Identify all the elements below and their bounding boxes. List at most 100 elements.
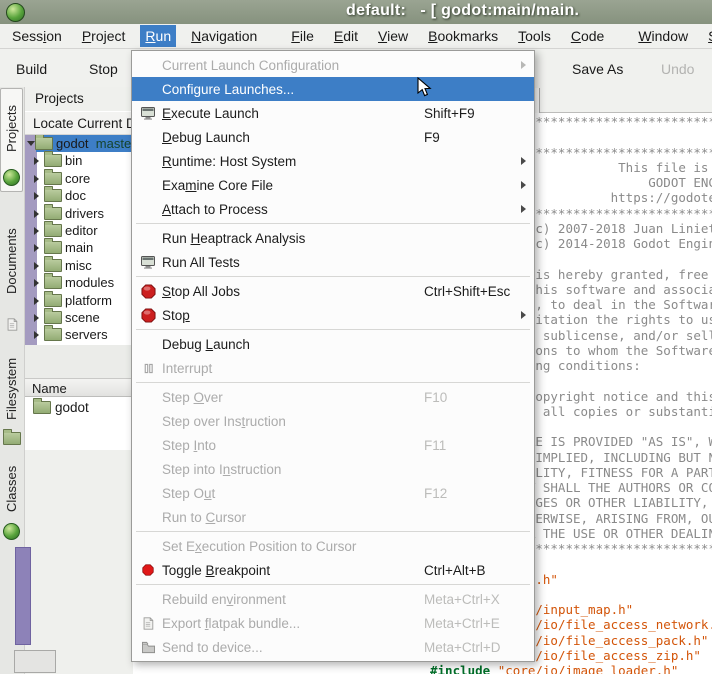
menubar-item-tools[interactable]: Tools — [513, 25, 556, 47]
stop-button[interactable]: Stop — [89, 61, 118, 77]
locate-current-document-button[interactable]: Locate Current Document — [25, 111, 133, 135]
menu-item-shortcut: F9 — [424, 130, 440, 145]
menu-item-shortcut: Meta+Ctrl+D — [424, 640, 501, 655]
tree-item-misc[interactable]: misc — [25, 257, 133, 274]
menu-item-run-heaptrack-analysis[interactable]: Run Heaptrack Analysis — [132, 226, 534, 250]
menubar-item-code[interactable]: Code — [566, 25, 609, 47]
expand-arrow-icon[interactable] — [34, 244, 39, 252]
menu-item-export-flatpak-bundle[interactable]: Export flatpak bundle...Meta+Ctrl+E — [132, 611, 534, 635]
menu-item-run-to-cursor[interactable]: Run to Cursor — [132, 505, 534, 529]
expand-arrow-icon[interactable] — [34, 331, 39, 339]
scrollbar-corner — [14, 650, 56, 673]
menubar-item-bookmarks[interactable]: Bookmarks — [423, 25, 503, 47]
menubar-item-run[interactable]: Run — [140, 25, 176, 47]
menu-item-debug-launch[interactable]: Debug Launch — [132, 332, 534, 356]
menubar-item-view[interactable]: View — [373, 25, 413, 47]
expand-arrow-icon[interactable] — [34, 210, 39, 218]
tree-item-core[interactable]: core — [25, 170, 133, 187]
expand-arrow-icon[interactable] — [34, 314, 39, 322]
dock-tab-filesystem[interactable]: Filesystem — [0, 345, 23, 450]
menu-item-stop[interactable]: Stop — [132, 303, 534, 327]
menubar-item-session[interactable]: Session — [7, 25, 67, 47]
menu-item-debug-launch[interactable]: Debug Launch F9 — [132, 125, 534, 149]
submenu-arrow-icon — [521, 311, 526, 319]
tree-item-godot[interactable]: godot master — [25, 135, 133, 152]
blank-icon — [136, 388, 160, 406]
tree-item-bin[interactable]: bin — [25, 152, 133, 169]
menu-item-step-out[interactable]: Step OutF12 — [132, 481, 534, 505]
branch-label: master — [89, 136, 133, 151]
menu-item-rebuild-environment[interactable]: Rebuild environmentMeta+Ctrl+X — [132, 587, 534, 611]
expand-arrow-icon[interactable] — [34, 262, 39, 270]
tree-item-editor[interactable]: editor — [25, 222, 133, 239]
menubar-item-project[interactable]: Project — [77, 25, 131, 47]
menu-item-step-into-instruction[interactable]: Step into Instruction — [132, 457, 534, 481]
document-icon — [136, 614, 160, 632]
menu-item-label: Attach to Process — [162, 202, 268, 217]
folder-icon — [3, 432, 21, 445]
menu-item-interrupt[interactable]: Interrupt — [132, 356, 534, 380]
submenu-arrow-icon — [521, 157, 526, 165]
menu-item-set-execution-position-to-cursor[interactable]: Set Execution Position to Cursor — [132, 534, 534, 558]
tree-item-modules[interactable]: modules — [25, 274, 133, 291]
expand-arrow-icon[interactable] — [34, 157, 39, 165]
collapse-arrow-icon[interactable] — [27, 141, 35, 146]
menu-item-toggle-breakpoint[interactable]: Toggle BreakpointCtrl+Alt+B — [132, 558, 534, 582]
tree-item-label: godot master — [56, 136, 133, 151]
menu-item-current-launch-configuration[interactable]: Current Launch Configuration — [132, 53, 534, 77]
blank-icon — [136, 508, 160, 526]
tree-item-label: doc — [65, 188, 86, 203]
menu-item-label: Step Out — [162, 486, 215, 501]
menu-item-attach-to-process[interactable]: Attach to Process — [132, 197, 534, 221]
expand-arrow-icon[interactable] — [34, 227, 39, 235]
menubar-item-edit[interactable]: Edit — [329, 25, 363, 47]
tree-item-main[interactable]: main — [25, 239, 133, 256]
list-row-label: godot — [55, 400, 89, 415]
menubar-item-file[interactable]: File — [286, 25, 319, 47]
folder-icon — [44, 259, 62, 272]
dock-tab-documents[interactable]: Documents — [0, 205, 23, 340]
menubar-item-navigation[interactable]: Navigation — [186, 25, 262, 47]
menu-item-label: Current Launch Configuration — [162, 58, 339, 73]
menu-item-runtime-host-system[interactable]: Runtime: Host System — [132, 149, 534, 173]
tree-item-servers[interactable]: servers — [25, 326, 133, 343]
expand-arrow-icon[interactable] — [34, 175, 39, 183]
menu-item-configure-launches[interactable]: Configure Launches... — [132, 77, 534, 101]
dock-tab-classes[interactable]: Classes — [0, 455, 23, 545]
expand-arrow-icon[interactable] — [34, 192, 39, 200]
list-row-godot[interactable]: godot — [25, 397, 133, 419]
expand-arrow-icon[interactable] — [34, 297, 39, 305]
save-as-button[interactable]: Save As — [572, 61, 623, 77]
blank-icon — [136, 335, 160, 353]
breakpoint-icon — [136, 561, 160, 579]
menu-item-label: Debug Launch — [162, 337, 250, 352]
menu-item-step-over-instruction[interactable]: Step over Instruction — [132, 409, 534, 433]
folder-icon — [44, 328, 62, 341]
working-set-button[interactable] — [15, 547, 31, 645]
menu-item-step-over[interactable]: Step OverF10 — [132, 385, 534, 409]
tree-item-doc[interactable]: doc — [25, 187, 133, 204]
dock-tab-projects[interactable]: Projects — [0, 88, 23, 192]
menu-item-run-all-tests[interactable]: Run All Tests — [132, 250, 534, 274]
menu-item-shortcut: Ctrl+Alt+B — [424, 563, 486, 578]
tree-item-label: drivers — [65, 206, 104, 221]
menu-item-send-to-device[interactable]: Send to device...Meta+Ctrl+D — [132, 635, 534, 659]
tree-item-platform[interactable]: platform — [25, 292, 133, 309]
tree-item-scene[interactable]: scene — [25, 309, 133, 326]
menu-item-execute-launch[interactable]: Execute LaunchShift+F9 — [132, 101, 534, 125]
menubar-item-window[interactable]: Window — [633, 25, 693, 47]
expand-arrow-icon[interactable] — [34, 279, 39, 287]
menubar-item-settings[interactable]: Settings — [703, 25, 712, 47]
list-column-header-name[interactable]: Name — [25, 378, 133, 397]
tree-item-drivers[interactable]: drivers — [25, 205, 133, 222]
menu-item-step-into[interactable]: Step IntoF11 — [132, 433, 534, 457]
menu-item-examine-core-file[interactable]: Examine Core File — [132, 173, 534, 197]
folder-icon — [44, 189, 62, 202]
menu-item-label: Run All Tests — [162, 255, 240, 270]
menubar: Session Project Run Navigation File Edit View B… — [0, 24, 712, 49]
build-button[interactable]: Build — [16, 61, 47, 77]
kdevelop-window: default: - [ godot:main/main. SessionPro… — [0, 0, 712, 674]
menu-item-label: Debug Launch — [162, 130, 250, 145]
menu-item-stop-all-jobs[interactable]: Stop All JobsCtrl+Shift+Esc — [132, 279, 534, 303]
undo-button[interactable]: Undo — [661, 61, 694, 77]
